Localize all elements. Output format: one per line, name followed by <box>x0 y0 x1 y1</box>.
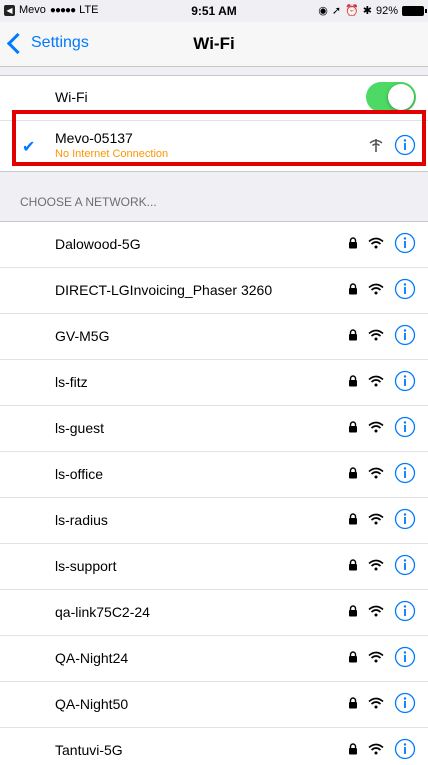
network-icons <box>348 508 416 530</box>
network-name: QA-Night50 <box>55 696 129 712</box>
section-header: CHOOSE A NETWORK... <box>20 195 157 209</box>
lock-icon <box>349 467 357 479</box>
wifi-icon <box>368 283 384 295</box>
info-icon[interactable] <box>394 416 416 438</box>
wifi-icon <box>368 421 384 433</box>
lock-icon <box>349 559 357 571</box>
connected-network-icons <box>368 134 416 156</box>
lock-icon <box>349 375 357 387</box>
lock-icon <box>349 329 357 341</box>
wifi-group: Wi-Fi ✔ Mevo-05137 No Internet Connectio… <box>0 75 428 172</box>
list-item[interactable]: Dalowood-5G <box>0 222 428 268</box>
network-name: DIRECT-LGInvoicing_Phaser 3260 <box>55 282 273 298</box>
bluetooth-icon: ✱ <box>362 5 372 17</box>
list-item[interactable]: GV-M5G <box>0 314 428 360</box>
lock-icon <box>349 605 357 617</box>
info-icon[interactable] <box>394 600 416 622</box>
status-bar: ◀ Mevo ●●●●● LTE 9:51 AM ◉ ➚ ⏰ ✱ 92% <box>0 0 428 22</box>
navigation-bar: Settings Wi-Fi <box>0 22 428 67</box>
list-item[interactable]: QA-Night24 <box>0 636 428 682</box>
lock-icon <box>349 421 357 433</box>
network-name: ls-office <box>55 466 103 482</box>
network-icons <box>348 370 416 392</box>
info-icon[interactable] <box>394 508 416 530</box>
wifi-toggle[interactable] <box>366 82 416 112</box>
network-icons <box>348 646 416 668</box>
network-list: Dalowood-5G DIRECT-LGInvoicing_Phaser 32… <box>0 221 428 765</box>
network-icons <box>348 554 416 576</box>
info-icon[interactable] <box>394 134 416 156</box>
wifi-toggle-label: Wi-Fi <box>55 89 88 105</box>
info-icon[interactable] <box>394 646 416 668</box>
network-name: QA-Night24 <box>55 650 129 666</box>
list-item[interactable]: ls-radius <box>0 498 428 544</box>
wifi-icon <box>368 605 384 617</box>
info-icon[interactable] <box>394 554 416 576</box>
network-name: Dalowood-5G <box>55 236 141 252</box>
battery-icon <box>402 5 427 16</box>
connected-network-row[interactable]: ✔ Mevo-05137 No Internet Connection <box>0 121 428 171</box>
list-item[interactable]: Tantuvi-5G <box>0 728 428 765</box>
lock-icon <box>349 743 357 755</box>
location-icon: ◉ <box>318 5 328 17</box>
lock-icon <box>349 697 357 709</box>
network-icons <box>348 600 416 622</box>
lock-icon <box>349 651 357 663</box>
info-icon[interactable] <box>394 278 416 300</box>
info-icon[interactable] <box>394 232 416 254</box>
info-icon[interactable] <box>394 738 416 760</box>
lock-icon <box>349 283 357 295</box>
info-icon[interactable] <box>394 462 416 484</box>
network-icons <box>348 738 416 760</box>
wifi-settings-screen: ◀ Mevo ●●●●● LTE 9:51 AM ◉ ➚ ⏰ ✱ 92% Set… <box>0 0 428 765</box>
network-name: ls-fitz <box>55 374 88 390</box>
list-item[interactable]: QA-Night50 <box>0 682 428 728</box>
wifi-icon <box>368 697 384 709</box>
network-icons <box>348 416 416 438</box>
network-icons <box>348 324 416 346</box>
wifi-icon <box>368 559 384 571</box>
connected-network-name: Mevo-05137 <box>55 130 133 146</box>
network-name: GV-M5G <box>55 328 110 344</box>
network-name: ls-guest <box>55 420 105 436</box>
wifi-icon <box>368 651 384 663</box>
navigation-arrow-icon: ➚ <box>331 5 342 17</box>
wifi-icon <box>368 467 384 479</box>
page-title: Wi-Fi <box>193 34 235 53</box>
network-name: ls-support <box>55 558 117 574</box>
connection-status: No Internet Connection <box>55 148 169 160</box>
network-name: qa-link75C2-24 <box>55 604 150 620</box>
wifi-icon <box>368 513 384 525</box>
list-item[interactable]: DIRECT-LGInvoicing_Phaser 3260 <box>0 268 428 314</box>
info-icon[interactable] <box>394 692 416 714</box>
wifi-icon <box>368 329 384 341</box>
list-item[interactable]: ls-office <box>0 452 428 498</box>
status-right: ◉ ➚ ⏰ ✱ 92% <box>318 4 427 17</box>
toggle-knob <box>388 84 414 110</box>
network-icons <box>348 278 416 300</box>
list-item[interactable]: ls-guest <box>0 406 428 452</box>
network-icons <box>348 692 416 714</box>
wifi-icon <box>368 375 384 387</box>
info-icon[interactable] <box>394 370 416 392</box>
info-icon[interactable] <box>394 324 416 346</box>
list-item[interactable]: qa-link75C2-24 <box>0 590 428 636</box>
no-wifi-icon <box>369 139 383 152</box>
lock-icon <box>349 513 357 525</box>
network-icons <box>348 462 416 484</box>
wifi-icon <box>368 743 384 755</box>
alarm-icon: ⏰ <box>345 5 359 17</box>
network-name: Tantuvi-5G <box>55 742 123 758</box>
network-icons <box>348 232 416 254</box>
list-item[interactable]: ls-fitz <box>0 360 428 406</box>
wifi-icon <box>368 237 384 249</box>
network-name: ls-radius <box>55 512 108 528</box>
lock-icon <box>349 237 357 249</box>
wifi-toggle-row: Wi-Fi <box>0 76 428 121</box>
list-item[interactable]: ls-support <box>0 544 428 590</box>
battery-percent: 92% <box>375 4 398 17</box>
checkmark-icon: ✔ <box>22 139 36 156</box>
